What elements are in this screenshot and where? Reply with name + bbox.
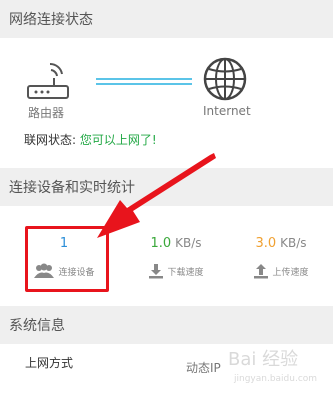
watermark-text: Bai 经验 — [228, 349, 298, 370]
download-label: 下载速度 — [167, 267, 204, 278]
section-title: 网络连接状态 — [9, 12, 93, 28]
section-title: 连接设备和实时统计 — [9, 180, 135, 196]
network-status: 联网状态: 您可以上网了! — [24, 131, 157, 148]
connection-link-line — [96, 78, 192, 85]
stat-label-row: 上传速度 — [233, 260, 329, 282]
stat-value-row: 3.0 KB/s — [233, 236, 329, 254]
network-status-value: 您可以上网了! — [79, 133, 157, 147]
upload-label: 上传速度 — [272, 267, 309, 278]
section-header-devices-stats: 连接设备和实时统计 — [0, 168, 333, 206]
download-unit: KB/s — [175, 236, 202, 250]
upload-icon — [254, 264, 269, 279]
upload-unit: KB/s — [280, 236, 307, 250]
internet-label: Internet — [203, 104, 251, 118]
upload-value: 3.0 — [255, 236, 277, 251]
stat-download-speed: 1.0 KB/s 下载速度 — [128, 236, 224, 282]
network-status-key: 联网状态: — [24, 133, 77, 147]
router-label: 路由器 — [28, 106, 65, 120]
router-icon — [27, 62, 69, 99]
section-title: 系统信息 — [9, 318, 65, 334]
download-value: 1.0 — [150, 236, 172, 251]
connection-type-value: 动态IP — [186, 361, 221, 375]
connection-type-label: 上网方式 — [25, 356, 74, 370]
watermark-subtext: jingyan.baidu.com — [233, 374, 317, 384]
section-header-network-status: 网络连接状态 — [0, 0, 333, 38]
globe-icon — [203, 57, 247, 101]
stat-upload-speed: 3.0 KB/s 上传速度 — [233, 236, 329, 282]
stat-label-row: 下载速度 — [128, 260, 224, 282]
section-header-system-info: 系统信息 — [0, 306, 333, 344]
download-icon — [149, 264, 164, 279]
annotation-highlight-box — [25, 226, 109, 292]
stat-value-row: 1.0 KB/s — [128, 236, 224, 254]
baidu-watermark: Bai 经验 jingyan.baidu.com — [228, 349, 317, 384]
